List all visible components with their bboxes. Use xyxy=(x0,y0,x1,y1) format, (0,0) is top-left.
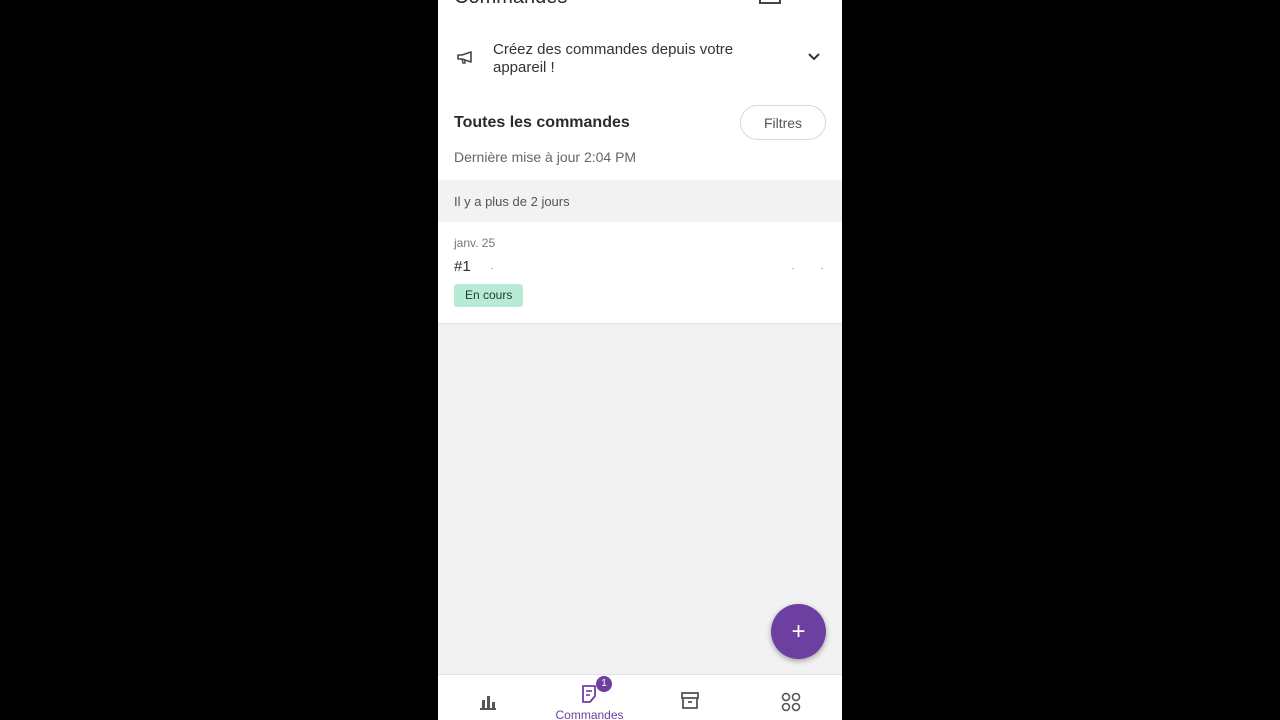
section-header: Il y a plus de 2 jours xyxy=(438,180,842,222)
status-badge: En cours xyxy=(454,284,524,307)
nav-label-orders: Commandes xyxy=(555,708,624,720)
bar-chart-icon xyxy=(480,696,496,710)
nav-item-orders[interactable]: Commandes xyxy=(539,675,640,720)
order-card[interactable]: janv. 25 #1 En cours xyxy=(438,222,842,324)
orders-count-badge: 1 xyxy=(596,676,612,692)
promo-text: Créez des commandes depuis votre apparei… xyxy=(493,41,734,76)
megaphone-icon xyxy=(457,51,472,64)
phone-screen: Commandes Créez des commandes depuis vot… xyxy=(438,0,842,720)
placeholder-dot xyxy=(491,268,493,269)
archive-icon xyxy=(681,692,699,709)
apps-grid-icon xyxy=(781,692,801,712)
filters-button[interactable]: Filtres xyxy=(740,105,826,140)
plus-icon: + xyxy=(791,617,806,645)
bottom-navigation: Commandes 1 xyxy=(438,674,842,720)
app-header: Commandes xyxy=(438,0,842,14)
nav-item-stats[interactable] xyxy=(438,675,539,720)
nav-item-products[interactable] xyxy=(640,675,741,720)
placeholder-dot xyxy=(821,268,823,269)
chevron-down-icon[interactable] xyxy=(806,50,822,64)
order-number: #1 xyxy=(454,258,471,275)
page-title: Commandes xyxy=(454,0,567,9)
section-label: Il y a plus de 2 jours xyxy=(454,194,570,209)
order-date: janv. 25 xyxy=(454,236,496,250)
orders-header: Toutes les commandes Filtres Dernière mi… xyxy=(438,96,842,180)
scan-icon[interactable] xyxy=(759,0,781,4)
orders-heading: Toutes les commandes xyxy=(454,114,630,131)
placeholder-dot xyxy=(792,268,794,269)
add-order-button[interactable]: + xyxy=(771,604,826,659)
last-updated-text: Dernière mise à jour 2:04 PM xyxy=(454,149,637,165)
nav-item-menu[interactable] xyxy=(741,675,842,720)
search-icon[interactable] xyxy=(812,0,826,4)
promo-banner[interactable]: Créez des commandes depuis votre apparei… xyxy=(438,14,842,96)
